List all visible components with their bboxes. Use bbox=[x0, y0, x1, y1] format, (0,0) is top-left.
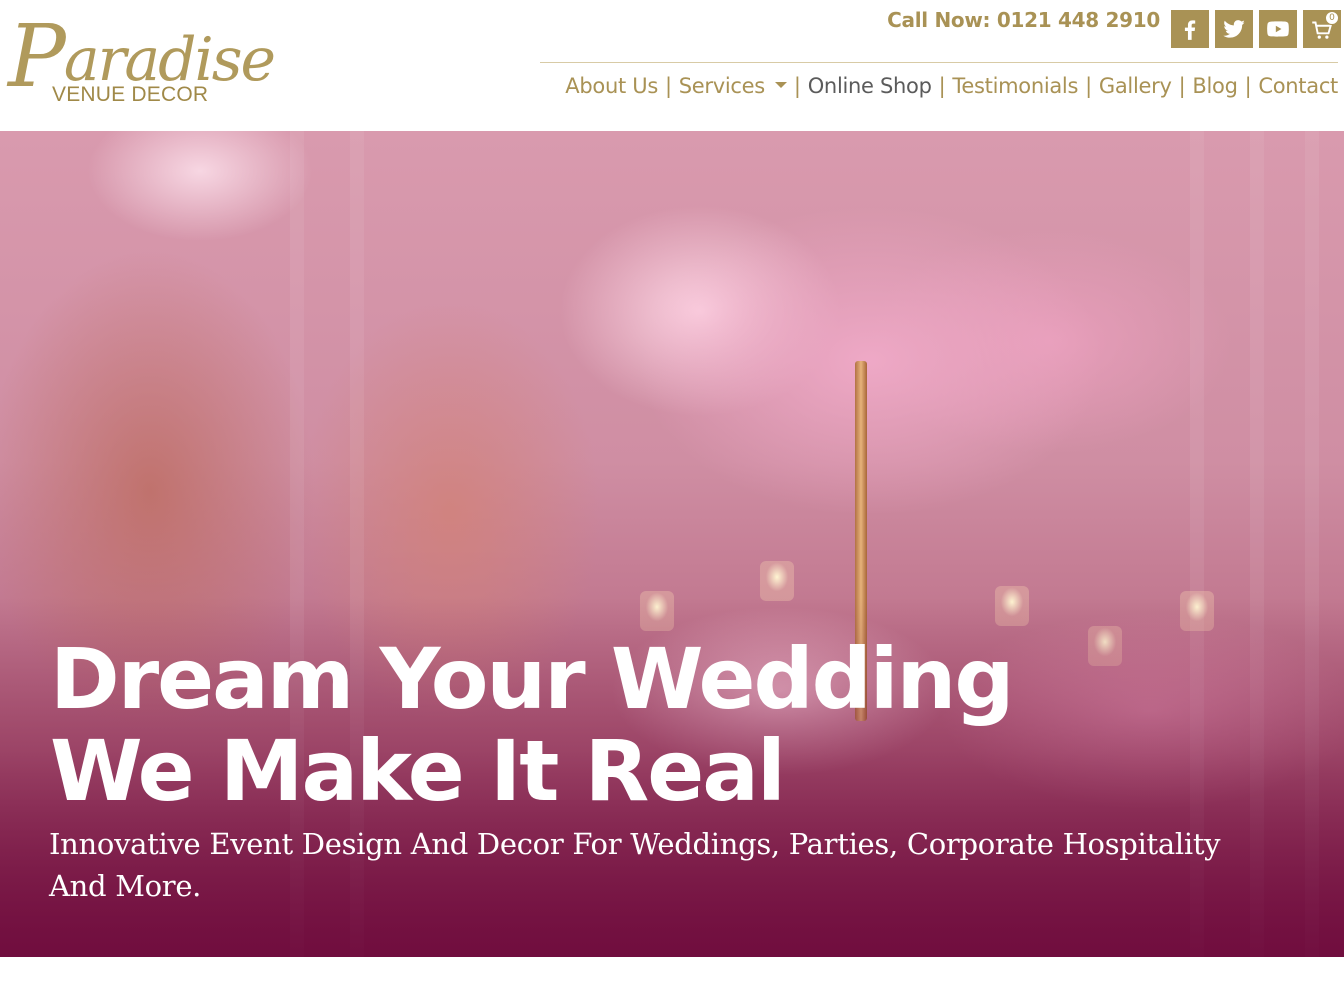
nav-services-label: Services bbox=[678, 74, 765, 98]
social-links: 0 bbox=[1171, 10, 1341, 48]
nav-separator: | bbox=[1244, 74, 1252, 98]
site-header: Paradise VENUE DECOR Call Now: 0121 448 … bbox=[0, 0, 1344, 131]
call-now-phone[interactable]: Call Now: 0121 448 2910 bbox=[887, 8, 1160, 32]
nav-separator: | bbox=[938, 74, 946, 98]
nav-about-us[interactable]: About Us bbox=[565, 74, 658, 98]
nav-online-shop[interactable]: Online Shop bbox=[808, 74, 932, 98]
hero-title: Dream Your Wedding We Make It Real bbox=[50, 630, 1014, 820]
nav-separator: | bbox=[1178, 74, 1186, 98]
logo-script-text: Paradise bbox=[8, 7, 276, 107]
hero-banner: Dream Your Wedding We Make It Real Innov… bbox=[0, 131, 1344, 957]
facebook-button[interactable] bbox=[1171, 10, 1209, 48]
nav-separator: | bbox=[793, 74, 801, 98]
hero-title-line-1: Dream Your Wedding bbox=[50, 630, 1014, 728]
logo-subtitle: VENUE DECOR bbox=[52, 83, 209, 106]
hero-subtitle: Innovative Event Design And Decor For We… bbox=[49, 827, 1221, 903]
nav-contact[interactable]: Contact bbox=[1258, 74, 1338, 98]
nav-testimonials[interactable]: Testimonials bbox=[952, 74, 1078, 98]
youtube-button[interactable] bbox=[1259, 10, 1297, 48]
candle-image bbox=[760, 561, 794, 601]
cart-button[interactable]: 0 bbox=[1303, 10, 1341, 48]
chevron-down-icon bbox=[774, 82, 787, 88]
youtube-icon bbox=[1267, 21, 1289, 37]
nav-blog[interactable]: Blog bbox=[1192, 74, 1238, 98]
twitter-icon bbox=[1223, 20, 1245, 38]
nav-separator: | bbox=[1085, 74, 1092, 98]
hero-title-line-2: We Make It Real bbox=[50, 722, 786, 820]
facebook-icon bbox=[1184, 20, 1196, 40]
site-logo[interactable]: Paradise VENUE DECOR bbox=[4, 6, 276, 110]
twitter-button[interactable] bbox=[1215, 10, 1253, 48]
nav-gallery[interactable]: Gallery bbox=[1099, 74, 1172, 98]
nav-separator: | bbox=[664, 74, 672, 98]
header-divider bbox=[540, 62, 1338, 63]
main-navigation: About Us | Services | Online Shop | Test… bbox=[565, 74, 1338, 98]
nav-services[interactable]: Services bbox=[679, 74, 787, 98]
cart-count-badge: 0 bbox=[1325, 11, 1339, 25]
